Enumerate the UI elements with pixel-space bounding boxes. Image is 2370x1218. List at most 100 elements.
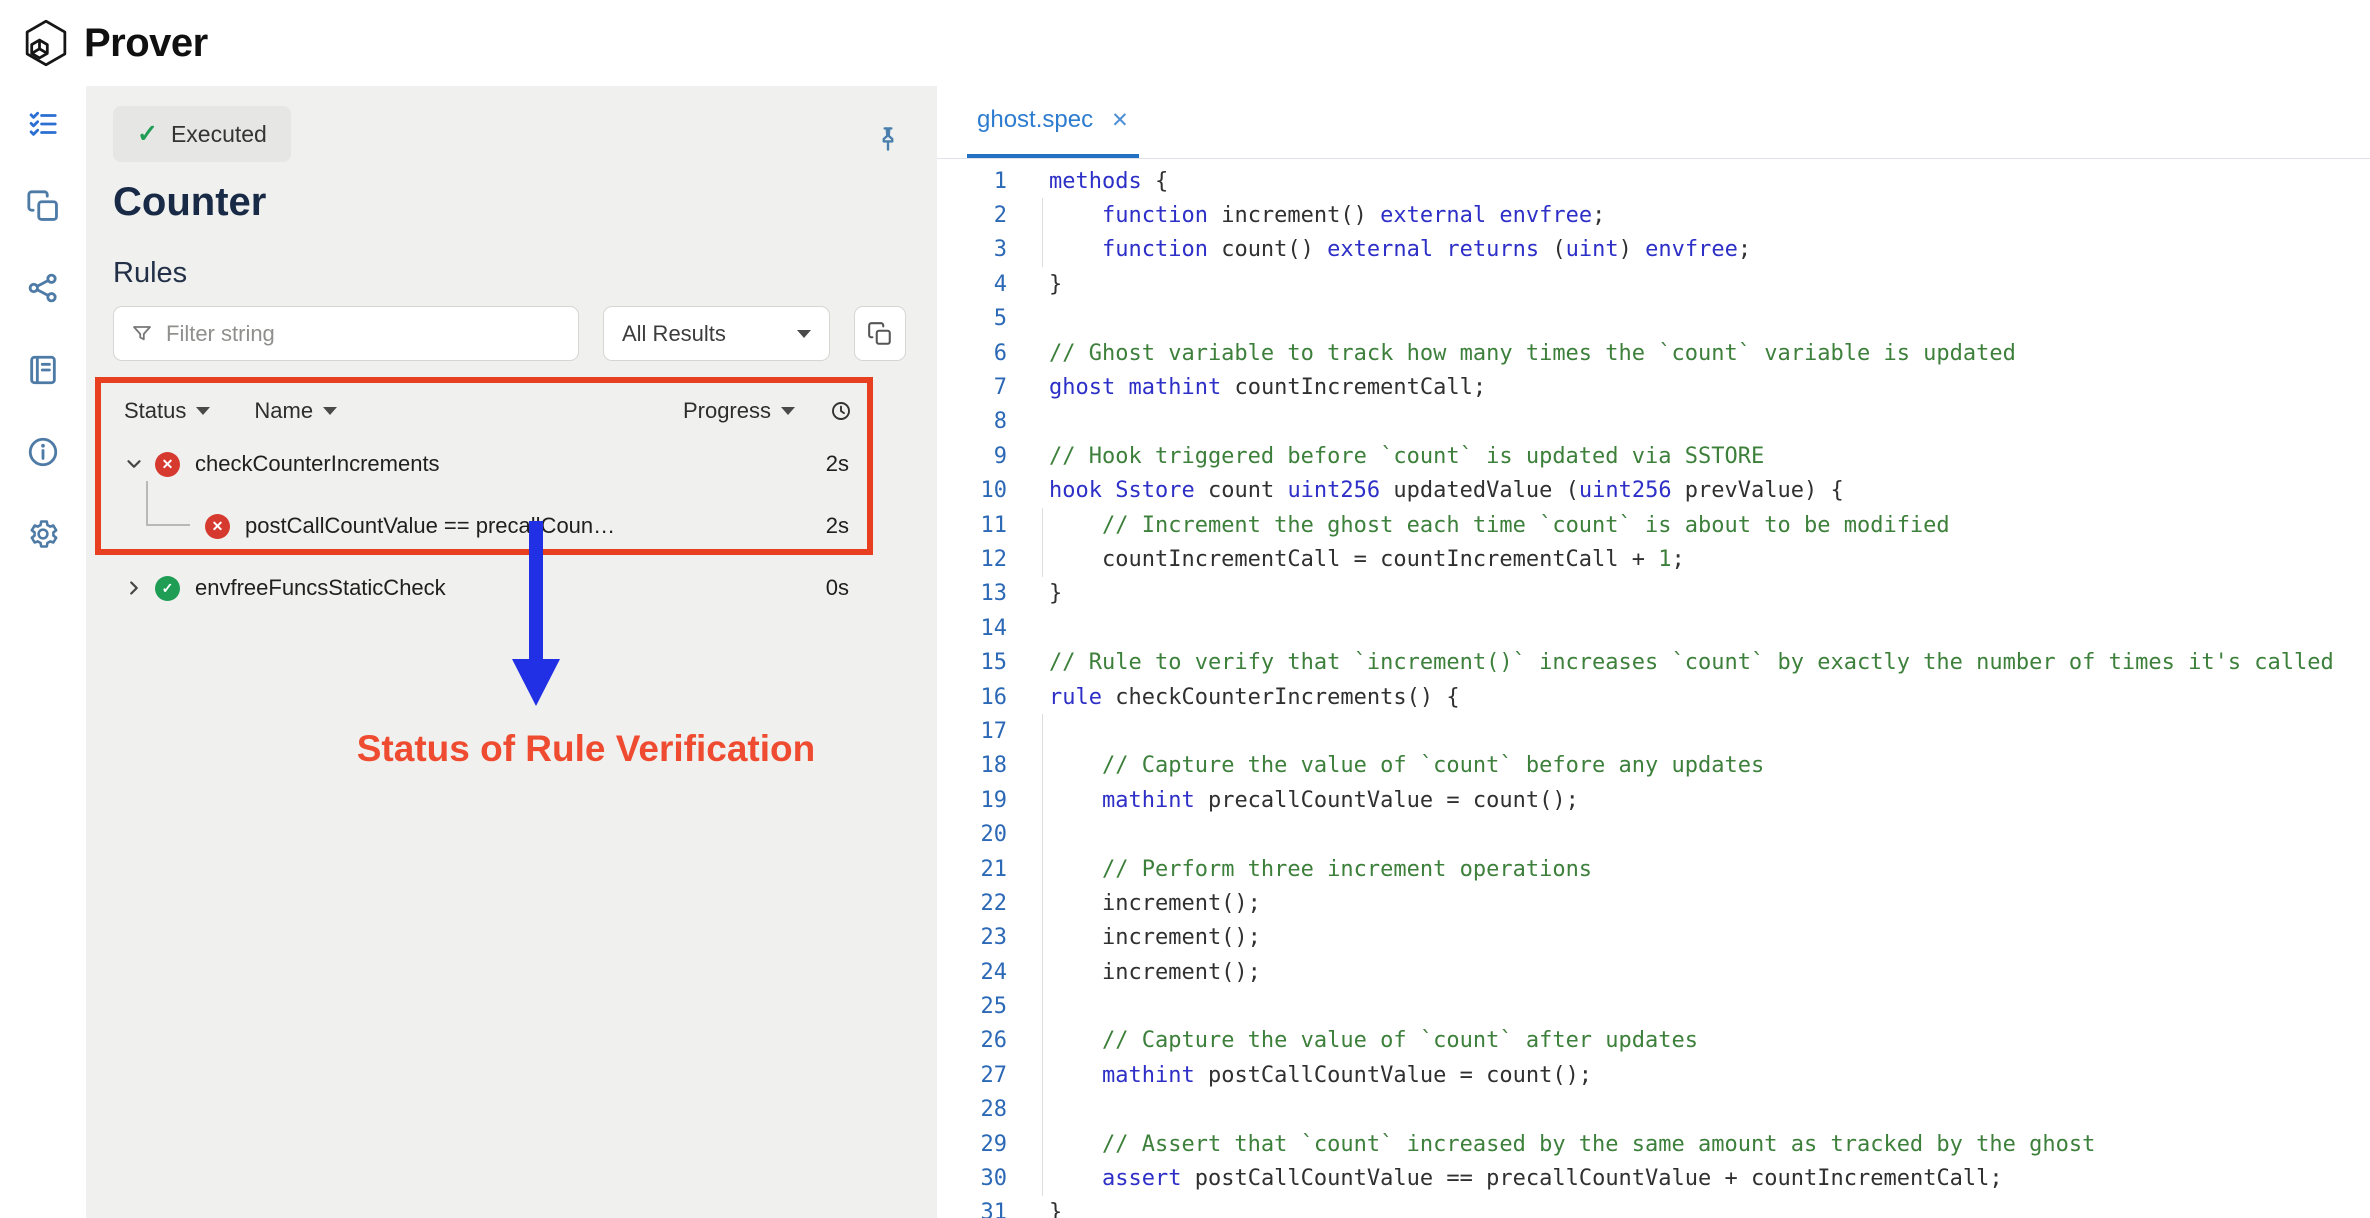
- code-line[interactable]: 14: [937, 611, 2370, 645]
- column-progress[interactable]: Progress: [683, 398, 795, 424]
- indent-guide: [1042, 1024, 1043, 1058]
- line-number: 30: [937, 1166, 1007, 1191]
- code-line[interactable]: 28: [937, 1093, 2370, 1127]
- column-status-label: Status: [124, 398, 186, 424]
- app-name: Prover: [84, 21, 208, 66]
- filter-row: All Results: [113, 306, 937, 361]
- code-line[interactable]: 11 // Increment the ghost each time `cou…: [937, 508, 2370, 542]
- docs-book-icon[interactable]: [25, 352, 61, 388]
- code-line[interactable]: 12 countIncrementCall = countIncrementCa…: [937, 542, 2370, 576]
- code-line[interactable]: 26 // Capture the value of `count` after…: [937, 1024, 2370, 1058]
- line-number: 8: [937, 409, 1007, 434]
- code-line[interactable]: 25: [937, 989, 2370, 1023]
- code-line[interactable]: 10hook Sstore count uint256 updatedValue…: [937, 474, 2370, 508]
- rule-name[interactable]: postCallCountValue == precallCoun…: [245, 513, 615, 539]
- code-line[interactable]: 8: [937, 405, 2370, 439]
- line-number: 27: [937, 1063, 1007, 1088]
- annotation-arrow-head: [512, 659, 560, 706]
- line-number: 17: [937, 719, 1007, 744]
- rule-name[interactable]: envfreeFuncsStaticCheck: [195, 575, 446, 601]
- rule-duration: 0s: [826, 575, 849, 601]
- tab-label: ghost.spec: [977, 106, 1093, 134]
- line-number: 4: [937, 272, 1007, 297]
- status-badge[interactable]: ✓ Executed: [113, 106, 291, 162]
- info-icon[interactable]: [25, 434, 61, 470]
- code-line[interactable]: 15// Rule to verify that `increment()` i…: [937, 645, 2370, 679]
- code-line[interactable]: 3 function count() external returns (uin…: [937, 233, 2370, 267]
- code-line[interactable]: 16rule checkCounterIncrements() {: [937, 680, 2370, 714]
- line-number: 5: [937, 306, 1007, 331]
- code-line[interactable]: 19 mathint precallCountValue = count();: [937, 783, 2370, 817]
- annotation-arrow: [529, 521, 543, 661]
- status-error-icon: ✕: [205, 514, 230, 539]
- chevron-right-icon[interactable]: [121, 577, 147, 599]
- indent-guide: [1042, 714, 1043, 748]
- table-row[interactable]: ✓envfreeFuncsStaticCheck0s: [113, 557, 853, 619]
- table-row[interactable]: ✕ postCallCountValue == precallCoun… 2s: [113, 495, 853, 557]
- code-line[interactable]: 22 increment();: [937, 886, 2370, 920]
- tab-bar: ghost.spec ✕: [937, 86, 2370, 159]
- line-number: 14: [937, 616, 1007, 641]
- code-line[interactable]: 2 function increment() external envfree;: [937, 198, 2370, 232]
- code-line[interactable]: 17: [937, 714, 2370, 748]
- line-number: 18: [937, 753, 1007, 778]
- line-number: 11: [937, 513, 1007, 538]
- column-name[interactable]: Name: [254, 398, 337, 424]
- copy-icon: [867, 321, 893, 347]
- indent-guide: [1042, 1093, 1043, 1127]
- tab-ghost-spec[interactable]: ghost.spec ✕: [967, 86, 1139, 158]
- icon-rail: [0, 86, 86, 1218]
- line-number: 10: [937, 478, 1007, 503]
- filter-input[interactable]: [166, 321, 562, 347]
- section-title: Rules: [113, 257, 937, 290]
- results-dropdown[interactable]: All Results: [603, 306, 830, 361]
- rule-name[interactable]: checkCounterIncrements: [195, 451, 440, 477]
- rules-panel: ✓ Executed Counter Rules All Results: [86, 86, 937, 1218]
- code-line[interactable]: 1methods {: [937, 164, 2370, 198]
- chevron-down-icon: [797, 330, 811, 338]
- code-line[interactable]: 24 increment();: [937, 955, 2370, 989]
- line-number: 23: [937, 925, 1007, 950]
- code-line[interactable]: 31}: [937, 1196, 2370, 1218]
- code-line[interactable]: 20: [937, 817, 2370, 851]
- contracts-copy-icon[interactable]: [25, 188, 61, 224]
- indent-guide: [1042, 783, 1043, 817]
- line-number: 6: [937, 341, 1007, 366]
- close-icon[interactable]: ✕: [1111, 110, 1129, 131]
- code-line[interactable]: 23 increment();: [937, 921, 2370, 955]
- rules-list-icon[interactable]: [25, 106, 61, 142]
- code-line[interactable]: 4}: [937, 267, 2370, 301]
- code-line[interactable]: 5: [937, 302, 2370, 336]
- code-line[interactable]: 9// Hook triggered before `count` is upd…: [937, 439, 2370, 473]
- code-line[interactable]: 29 // Assert that `count` increased by t…: [937, 1127, 2370, 1161]
- line-number: 2: [937, 203, 1007, 228]
- code-line[interactable]: 7ghost mathint countIncrementCall;: [937, 370, 2370, 404]
- line-number: 24: [937, 960, 1007, 985]
- line-number: 25: [937, 994, 1007, 1019]
- chevron-down-icon[interactable]: [121, 453, 147, 475]
- rule-duration: 2s: [826, 513, 849, 539]
- line-number: 19: [937, 788, 1007, 813]
- code-line[interactable]: 27 mathint postCallCountValue = count();: [937, 1058, 2370, 1092]
- code-line[interactable]: 6// Ghost variable to track how many tim…: [937, 336, 2370, 370]
- duration-clock-icon[interactable]: [829, 399, 853, 423]
- line-number: 1: [937, 169, 1007, 194]
- copy-button[interactable]: [854, 306, 906, 361]
- code-line[interactable]: 18 // Capture the value of `count` befor…: [937, 749, 2370, 783]
- hexagon-logo-icon: [20, 17, 72, 69]
- indent-guide: [1042, 989, 1043, 1023]
- table-row[interactable]: ✕checkCounterIncrements2s: [113, 433, 853, 495]
- indent-guide: [1042, 508, 1043, 542]
- results-dropdown-value: All Results: [622, 321, 726, 347]
- pin-icon[interactable]: [873, 124, 903, 159]
- check-icon: ✓: [137, 119, 158, 149]
- page-title: Counter: [113, 180, 937, 225]
- settings-gear-icon[interactable]: [25, 516, 61, 552]
- code-line[interactable]: 30 assert postCallCountValue == precallC…: [937, 1161, 2370, 1195]
- code-line[interactable]: 21 // Perform three increment operations: [937, 852, 2370, 886]
- column-status[interactable]: Status: [124, 398, 210, 424]
- line-number: 26: [937, 1028, 1007, 1053]
- code-line[interactable]: 13}: [937, 577, 2370, 611]
- call-graph-icon[interactable]: [25, 270, 61, 306]
- code-content[interactable]: 1methods {2 function increment() externa…: [937, 159, 2370, 1218]
